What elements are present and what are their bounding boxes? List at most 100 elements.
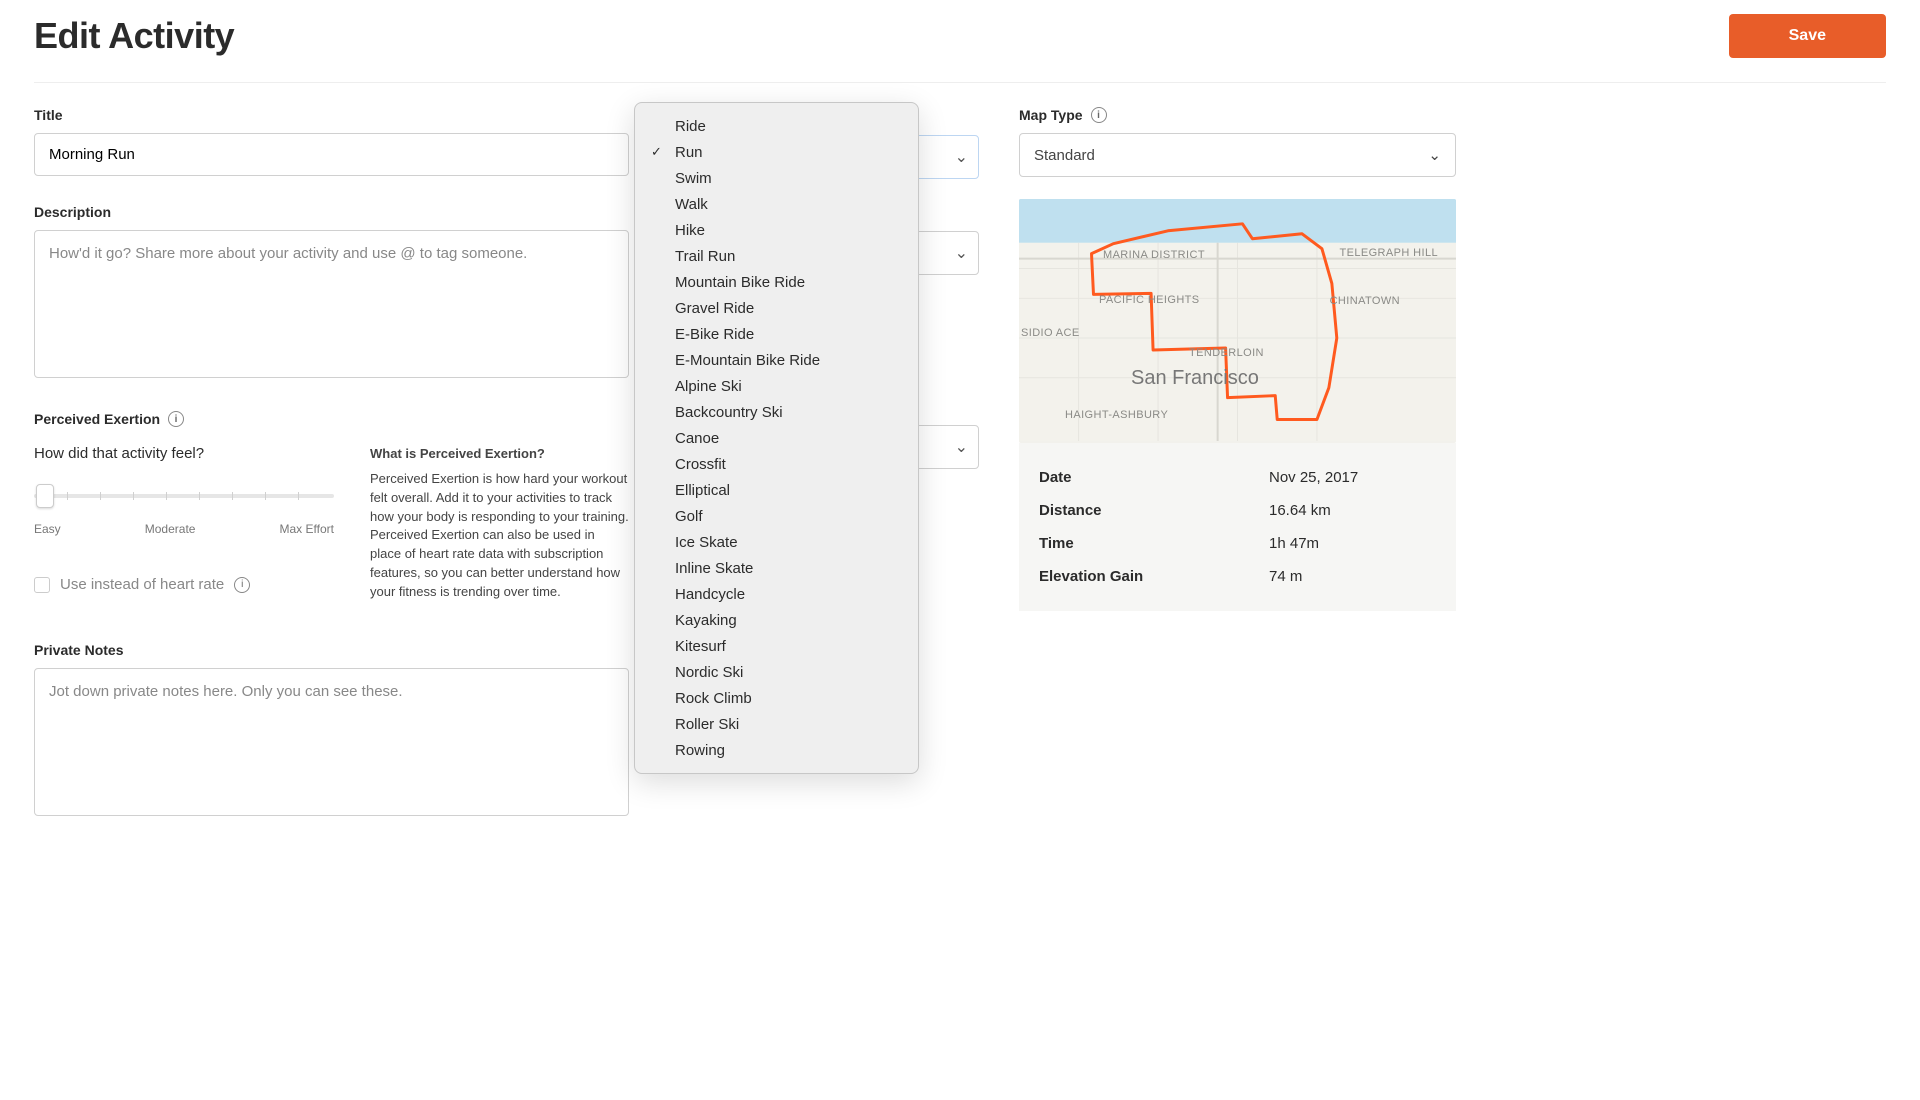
map-preview[interactable]: MARINA DISTRICT TELEGRAPH HILL PACIFIC H… bbox=[1019, 199, 1456, 443]
sport-option-label: Backcountry Ski bbox=[675, 404, 783, 421]
help-icon[interactable]: i bbox=[1091, 107, 1107, 123]
time-label: Time bbox=[1039, 535, 1269, 552]
sport-option-label: Ride bbox=[675, 118, 706, 135]
time-value: 1h 47m bbox=[1269, 535, 1319, 552]
sport-option-label: Ice Skate bbox=[675, 534, 738, 551]
map-neighborhood: PACIFIC HEIGHTS bbox=[1099, 294, 1200, 307]
sport-option-label: Swim bbox=[675, 170, 712, 187]
private-notes-label: Private Notes bbox=[34, 642, 629, 658]
heart-rate-checkbox-label: Use instead of heart rate bbox=[60, 576, 224, 593]
sport-option-label: Kitesurf bbox=[675, 638, 726, 655]
private-notes-textarea[interactable] bbox=[34, 668, 629, 816]
sport-option-label: E-Mountain Bike Ride bbox=[675, 352, 820, 369]
sport-option[interactable]: Ride bbox=[635, 113, 918, 139]
sport-option-label: E-Bike Ride bbox=[675, 326, 754, 343]
activity-stats: Date Nov 25, 2017 Distance 16.64 km Time… bbox=[1019, 443, 1456, 611]
map-neighborhood: TENDERLOIN bbox=[1189, 347, 1264, 360]
date-label: Date bbox=[1039, 469, 1269, 486]
check-icon: ✓ bbox=[651, 144, 662, 160]
map-neighborhood: MARINA DISTRICT bbox=[1103, 249, 1205, 262]
sport-option[interactable]: Rowing bbox=[635, 737, 918, 763]
title-label: Title bbox=[34, 107, 629, 123]
middle-column: ⌄ ⌄ ⌄ Ride✓RunSwimWalkHikeTrail RunMount… bbox=[669, 107, 979, 821]
sport-option-label: Mountain Bike Ride bbox=[675, 274, 805, 291]
sport-option[interactable]: E-Mountain Bike Ride bbox=[635, 347, 918, 373]
sport-option[interactable]: Alpine Ski bbox=[635, 373, 918, 399]
map-neighborhood: CHINATOWN bbox=[1330, 295, 1400, 308]
sport-option[interactable]: Crossfit bbox=[635, 451, 918, 477]
sport-option-label: Walk bbox=[675, 196, 708, 213]
sport-option-label: Canoe bbox=[675, 430, 719, 447]
sport-option-label: Roller Ski bbox=[675, 716, 739, 733]
chevron-down-icon: ⌄ bbox=[1428, 146, 1441, 164]
sport-option-label: Kayaking bbox=[675, 612, 737, 629]
sport-option[interactable]: Canoe bbox=[635, 425, 918, 451]
sport-option[interactable]: Nordic Ski bbox=[635, 659, 918, 685]
sport-option[interactable]: Golf bbox=[635, 503, 918, 529]
sport-option-label: Inline Skate bbox=[675, 560, 753, 577]
sport-option[interactable]: E-Bike Ride bbox=[635, 321, 918, 347]
sport-option-label: Alpine Ski bbox=[675, 378, 742, 395]
sport-option-label: Gravel Ride bbox=[675, 300, 754, 317]
pe-scale-max: Max Effort bbox=[280, 522, 334, 536]
right-column: Map Type i Standard ⌄ bbox=[1019, 107, 1456, 821]
map-type-value: Standard bbox=[1034, 147, 1095, 164]
heart-rate-checkbox[interactable] bbox=[34, 577, 50, 593]
sport-option[interactable]: ✓ Run bbox=[635, 139, 918, 165]
sport-option[interactable]: Trail Run bbox=[635, 243, 918, 269]
sport-option-label: Elliptical bbox=[675, 482, 730, 499]
sport-option[interactable]: Rock Climb bbox=[635, 685, 918, 711]
sport-option[interactable]: Kayaking bbox=[635, 607, 918, 633]
chevron-down-icon: ⌄ bbox=[955, 243, 968, 263]
elevation-label: Elevation Gain bbox=[1039, 568, 1269, 585]
description-label: Description bbox=[34, 204, 629, 220]
sport-option-label: Golf bbox=[675, 508, 703, 525]
sport-option[interactable]: Elliptical bbox=[635, 477, 918, 503]
distance-label: Distance bbox=[1039, 502, 1269, 519]
description-textarea[interactable] bbox=[34, 230, 629, 378]
sport-dropdown[interactable]: Ride ✓ Run Swim Walk Hike Trail Run Mountain Bi… bbox=[634, 102, 919, 774]
help-icon[interactable]: i bbox=[168, 411, 184, 427]
distance-value: 16.64 km bbox=[1269, 502, 1331, 519]
sport-option[interactable]: Roller Ski bbox=[635, 711, 918, 737]
map-neighborhood: TELEGRAPH HILL bbox=[1339, 247, 1438, 260]
sport-option[interactable]: Swim bbox=[635, 165, 918, 191]
sport-option-label: Nordic Ski bbox=[675, 664, 743, 681]
header: Edit Activity Save bbox=[34, 14, 1886, 83]
sport-option[interactable]: Gravel Ride bbox=[635, 295, 918, 321]
map-city-label: San Francisco bbox=[1131, 367, 1259, 390]
left-column: Title Description Perceived Exertion i H… bbox=[34, 107, 629, 821]
sport-option[interactable]: Ice Skate bbox=[635, 529, 918, 555]
sport-option-label: Rowing bbox=[675, 742, 725, 759]
sport-option[interactable]: Backcountry Ski bbox=[635, 399, 918, 425]
map-neighborhood: HAIGHT-ASHBURY bbox=[1065, 409, 1168, 422]
perceived-exertion-label: Perceived Exertion i bbox=[34, 411, 629, 427]
map-neighborhood: SIDIO ACE bbox=[1021, 327, 1080, 340]
sport-option[interactable]: Hike bbox=[635, 217, 918, 243]
sport-option-label: Trail Run bbox=[675, 248, 735, 265]
pe-scale-min: Easy bbox=[34, 522, 61, 536]
sport-option-label: Run bbox=[675, 144, 703, 161]
elevation-value: 74 m bbox=[1269, 568, 1302, 585]
sport-option-label: Rock Climb bbox=[675, 690, 752, 707]
pe-help-title: What is Perceived Exertion? bbox=[370, 445, 629, 464]
sport-option-label: Crossfit bbox=[675, 456, 726, 473]
chevron-updown-icon: ⌄ bbox=[955, 147, 968, 167]
sport-option[interactable]: Inline Skate bbox=[635, 555, 918, 581]
sport-option[interactable]: Handcycle bbox=[635, 581, 918, 607]
sport-option[interactable]: Kitesurf bbox=[635, 633, 918, 659]
chevron-down-icon: ⌄ bbox=[955, 437, 968, 457]
slider-thumb[interactable] bbox=[36, 484, 54, 508]
title-input[interactable] bbox=[34, 133, 629, 176]
pe-scale-mid: Moderate bbox=[145, 522, 196, 536]
date-value: Nov 25, 2017 bbox=[1269, 469, 1358, 486]
map-type-select[interactable]: Standard ⌄ bbox=[1019, 133, 1456, 177]
sport-option[interactable]: Walk bbox=[635, 191, 918, 217]
pe-slider[interactable] bbox=[34, 484, 334, 512]
sport-option[interactable]: Mountain Bike Ride bbox=[635, 269, 918, 295]
pe-question: How did that activity feel? bbox=[34, 445, 334, 462]
save-button[interactable]: Save bbox=[1729, 14, 1886, 58]
sport-option-label: Hike bbox=[675, 222, 705, 239]
help-icon[interactable]: i bbox=[234, 577, 250, 593]
page-title: Edit Activity bbox=[34, 15, 234, 57]
